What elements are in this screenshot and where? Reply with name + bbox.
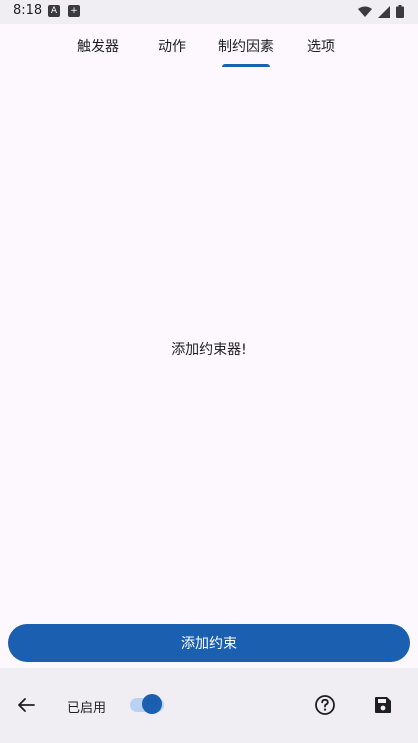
status-time: 8:18 (13, 3, 43, 18)
status-left-icons: A + (48, 5, 80, 17)
enabled-label: 已启用 (67, 701, 107, 716)
wifi-icon (358, 6, 372, 17)
download-notification-icon: + (68, 5, 80, 17)
arrow-left-icon[interactable] (16, 695, 36, 715)
add-constraint-button[interactable]: 添加约束 (8, 624, 410, 662)
a-notification-icon: A (48, 5, 60, 17)
switch-thumb (142, 694, 162, 714)
tab-triggers[interactable]: 触发器 (66, 24, 130, 68)
tab-selected-indicator (222, 64, 270, 67)
battery-icon (396, 5, 404, 18)
help-circle-icon[interactable] (314, 694, 336, 716)
empty-constraints-message: 添加约束器! (171, 342, 247, 358)
enabled-switch[interactable] (130, 694, 164, 714)
tab-constraints[interactable]: 制约因素 (212, 24, 280, 68)
save-icon[interactable] (374, 696, 392, 714)
tab-actions[interactable]: 动作 (146, 24, 198, 68)
tab-options[interactable]: 选项 (296, 24, 346, 68)
tab-bar: 触发器 动作 制约因素 选项 (0, 24, 418, 68)
signal-icon (378, 5, 390, 18)
status-right-icons (358, 5, 404, 18)
status-bar: 8:18 A + (0, 0, 418, 24)
bottom-bar: 已启用 (0, 668, 418, 743)
